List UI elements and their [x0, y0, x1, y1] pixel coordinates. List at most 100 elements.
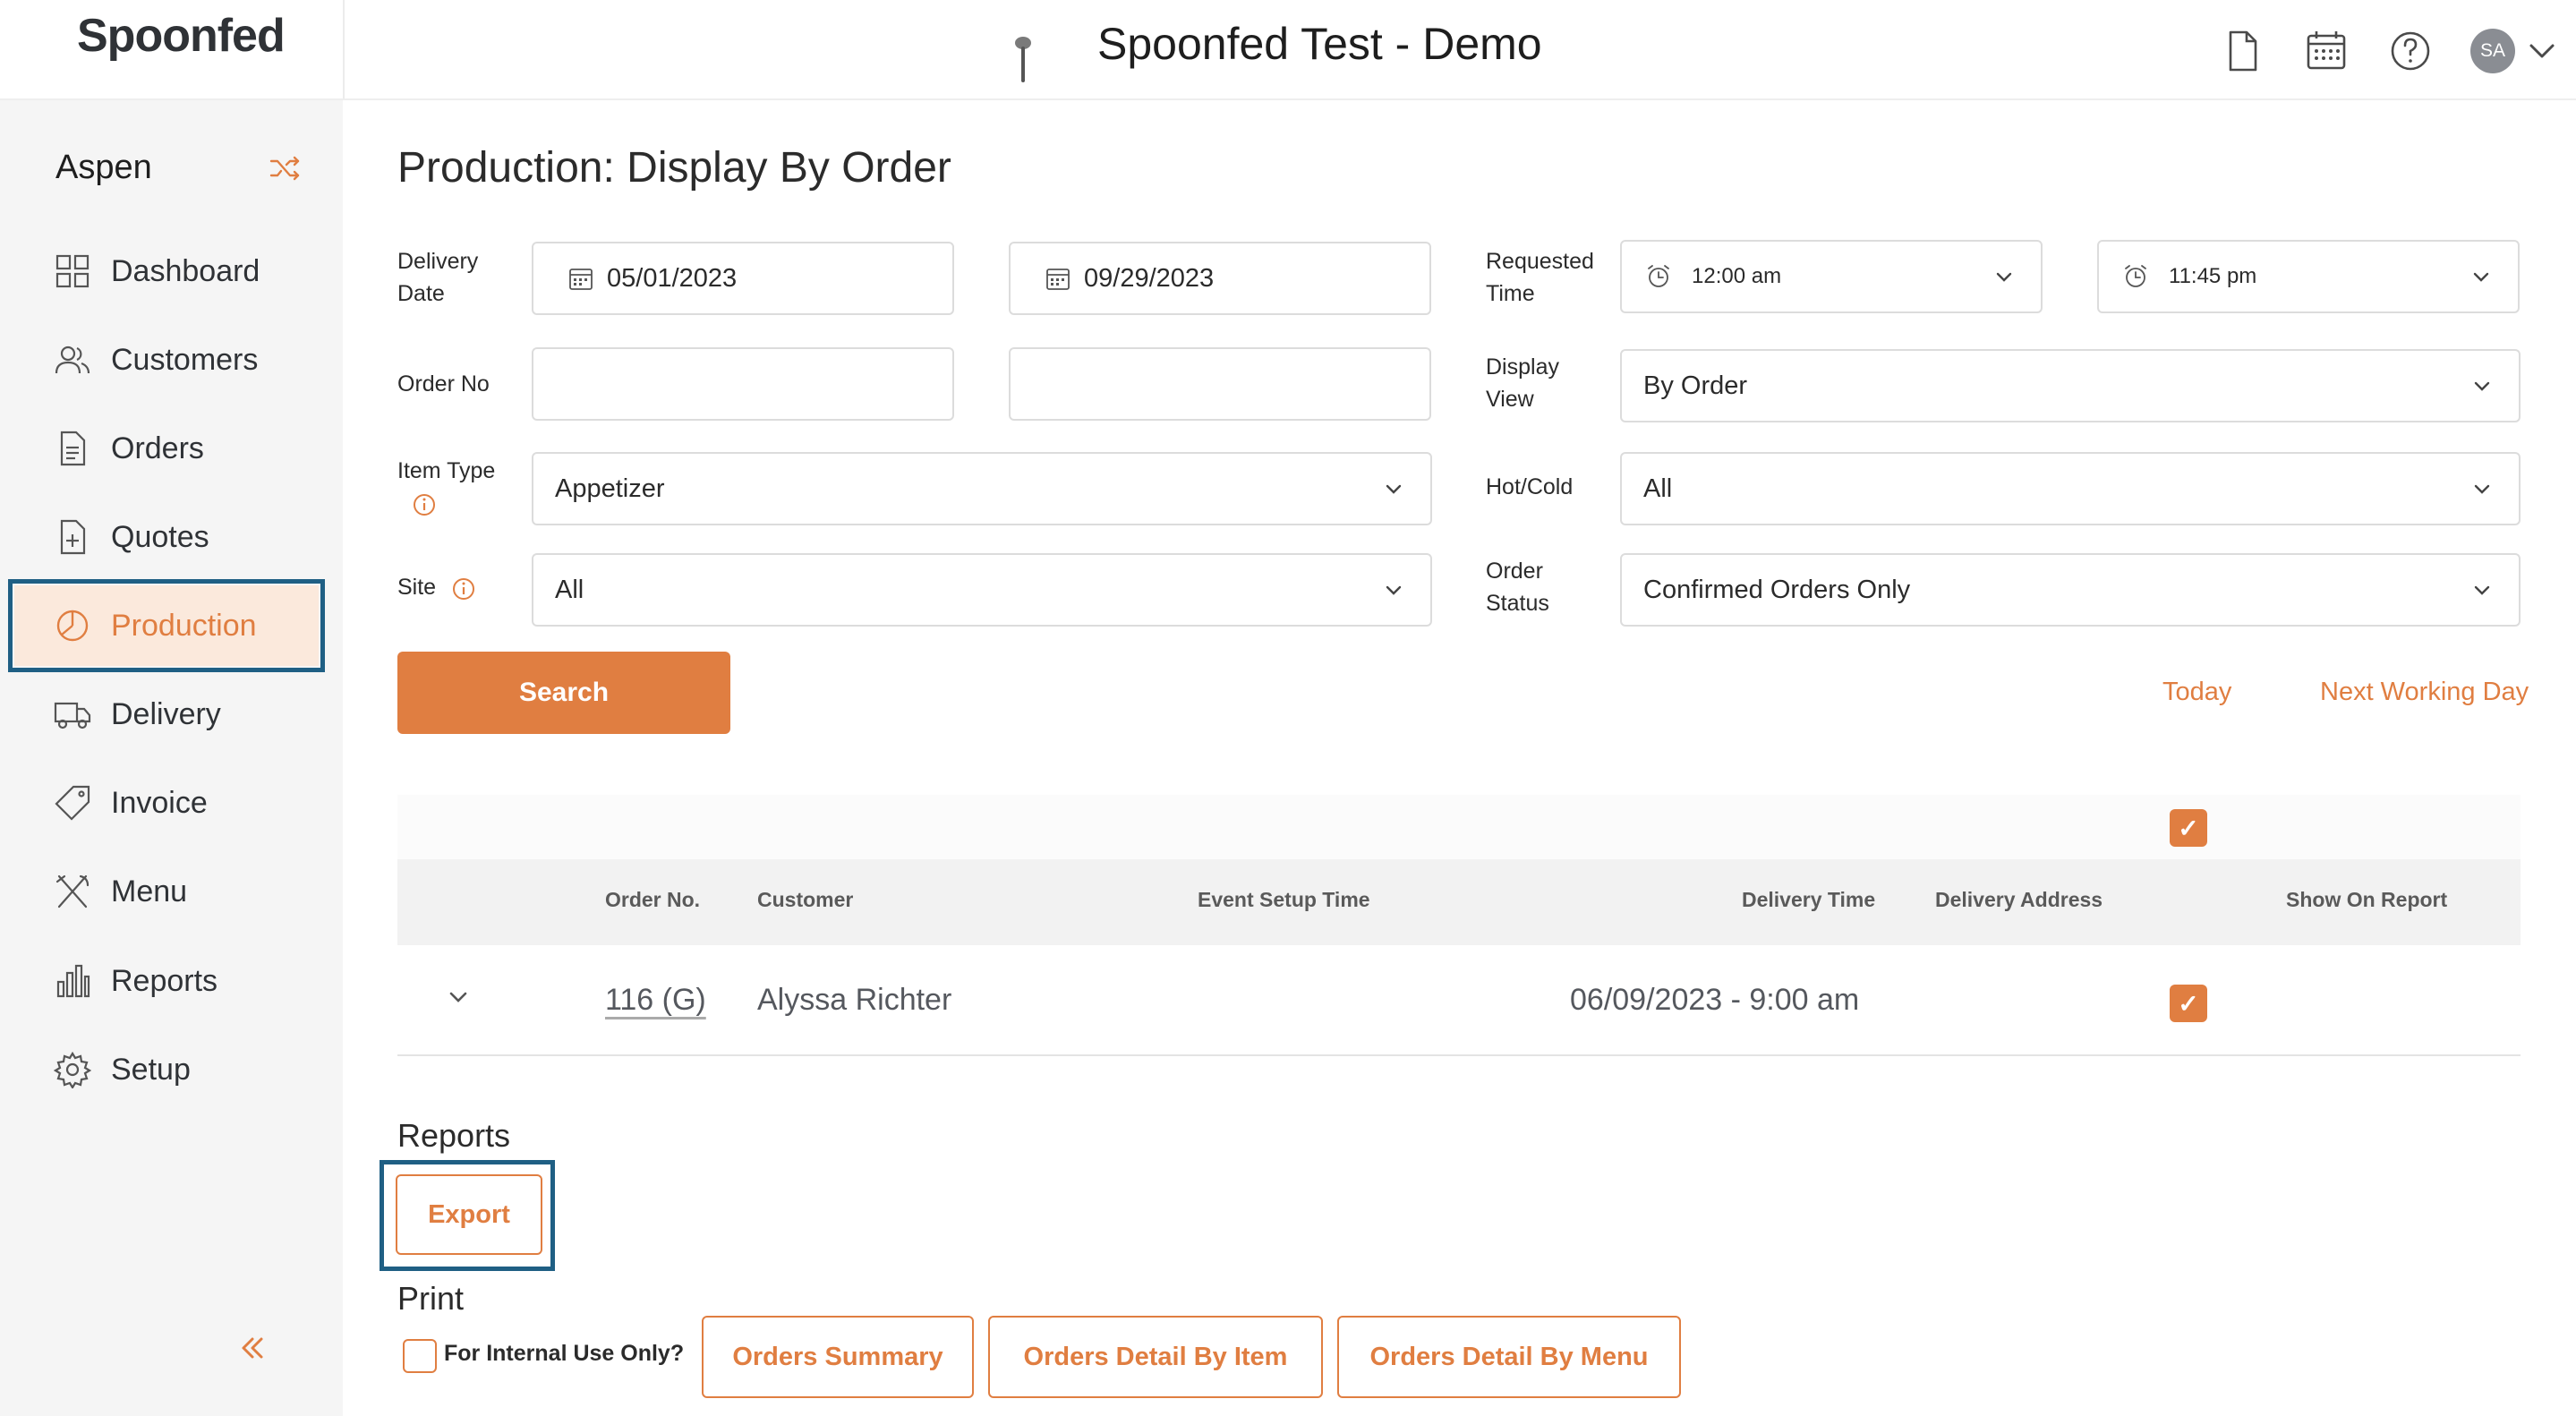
print-heading: Print — [397, 1280, 465, 1317]
bar-chart-icon — [56, 964, 90, 998]
utensils-icon — [55, 874, 90, 908]
item-type-select[interactable]: Appetizer — [532, 452, 1432, 525]
today-link[interactable]: Today — [2162, 678, 2231, 707]
sidebar: Aspen Dashboard Customers Orders Quotes … — [0, 100, 343, 1416]
site-label: Site — [397, 575, 437, 600]
sidebar-item-label: Production — [111, 608, 257, 643]
order-no-from-input[interactable] — [532, 347, 954, 421]
help-icon[interactable] — [2386, 27, 2435, 75]
display-view-label: Display View — [1486, 354, 1559, 412]
document-icon[interactable] — [2218, 27, 2266, 75]
gear-icon — [54, 1051, 91, 1088]
column-header-customer[interactable]: Customer — [757, 888, 853, 912]
table-row[interactable]: 116 (G) Alyssa Richter 06/09/2023 - 9:00… — [397, 945, 2521, 1056]
next-working-day-link[interactable]: Next Working Day — [2320, 678, 2529, 707]
pie-chart-icon — [56, 610, 89, 642]
site-select[interactable]: All — [532, 553, 1432, 627]
order-status-label: Order Status — [1486, 559, 1549, 616]
delivery-date-to-input[interactable]: 09/29/2023 — [1009, 242, 1431, 315]
orders-detail-by-item-button[interactable]: Orders Detail By Item — [988, 1316, 1323, 1398]
table-header: Order No. Customer Event Setup Time Deli… — [397, 859, 2521, 945]
sidebar-item-orders[interactable]: Orders — [14, 408, 319, 489]
shuffle-icon[interactable] — [269, 154, 303, 183]
expand-chevron-icon[interactable] — [446, 988, 471, 1008]
show-on-report-checkbox[interactable]: ✓ — [2170, 985, 2207, 1022]
chevron-down-icon — [2474, 484, 2490, 494]
internal-use-checkbox[interactable] — [403, 1339, 437, 1373]
order-no-to-input[interactable] — [1009, 347, 1431, 421]
grid-icon — [55, 254, 90, 288]
page-title: Production: Display By Order — [397, 144, 951, 192]
sidebar-item-label: Reports — [111, 963, 218, 998]
sidebar-item-quotes[interactable]: Quotes — [14, 497, 319, 577]
search-button[interactable]: Search — [397, 652, 730, 734]
sidebar-item-label: Orders — [111, 431, 204, 465]
order-no-label: Order No — [397, 371, 490, 397]
calendar-icon — [1046, 269, 1070, 290]
info-icon[interactable] — [451, 576, 476, 601]
select-all-checkbox[interactable]: ✓ — [2170, 809, 2207, 847]
item-type-label: Item Type — [397, 458, 496, 483]
users-icon — [55, 345, 90, 374]
chevron-down-icon — [2474, 585, 2490, 595]
sidebar-item-reports[interactable]: Reports — [14, 941, 319, 1021]
chevron-down-icon — [2473, 272, 2489, 282]
hot-cold-label: Hot/Cold — [1486, 474, 1574, 499]
order-no-link[interactable]: 116 (G) — [605, 983, 706, 1018]
sidebar-item-label: Dashboard — [111, 253, 260, 288]
sidebar-item-label: Menu — [111, 874, 188, 908]
collapse-sidebar-icon[interactable] — [235, 1330, 270, 1366]
delivery-date-from-input[interactable]: 05/01/2023 — [532, 242, 954, 315]
document-icon — [60, 431, 86, 466]
sidebar-item-label: Invoice — [111, 785, 208, 820]
sidebar-item-delivery[interactable]: Delivery — [14, 674, 319, 755]
delivery-time-cell: 06/09/2023 - 9:00 am — [1570, 983, 1860, 1017]
order-status-select[interactable]: Confirmed Orders Only — [1620, 553, 2521, 627]
delivery-date-to-value: 09/29/2023 — [1084, 263, 1215, 293]
app-title: Spoonfed Test - Demo — [1097, 19, 1542, 69]
info-icon[interactable] — [412, 492, 437, 517]
hot-cold-select[interactable]: All — [1620, 452, 2521, 525]
table-toolbar: ✓ — [397, 795, 2521, 859]
customer-cell: Alyssa Richter — [757, 983, 952, 1017]
column-header-delivery-address[interactable]: Delivery Address — [1935, 888, 2103, 912]
chevron-down-icon — [2474, 381, 2490, 391]
truck-icon — [54, 702, 91, 729]
chevron-down-icon[interactable] — [2524, 36, 2560, 66]
user-avatar[interactable]: SA — [2470, 29, 2515, 73]
sidebar-item-menu[interactable]: Menu — [14, 851, 319, 932]
requested-time-to-select[interactable]: 11:45 pm — [2097, 240, 2520, 313]
app-logo[interactable]: Spoonfed — [77, 9, 286, 63]
column-header-show-on-report[interactable]: Show On Report — [2286, 888, 2447, 912]
logo-area: Spoonfed — [0, 0, 345, 98]
orders-detail-by-menu-button[interactable]: Orders Detail By Menu — [1337, 1316, 1681, 1398]
top-header: Spoonfed Spoonfed Test - Demo SA — [0, 0, 2576, 100]
calendar-icon[interactable] — [2302, 27, 2350, 75]
display-view-value: By Order — [1643, 371, 1748, 400]
sidebar-item-dashboard[interactable]: Dashboard — [14, 231, 319, 311]
requested-time-from-select[interactable]: 12:00 am — [1620, 240, 2043, 313]
column-header-event-setup-time[interactable]: Event Setup Time — [1198, 888, 1370, 912]
export-button[interactable]: Export — [396, 1174, 542, 1255]
order-status-value: Confirmed Orders Only — [1643, 575, 1911, 604]
requested-time-to-value: 11:45 pm — [2169, 264, 2257, 288]
reports-heading: Reports — [397, 1117, 511, 1154]
delivery-date-label: Delivery Date — [397, 249, 479, 306]
orders-summary-button[interactable]: Orders Summary — [702, 1316, 974, 1398]
sidebar-item-customers[interactable]: Customers — [14, 320, 319, 400]
sidebar-item-invoice[interactable]: Invoice — [14, 763, 319, 843]
alarm-clock-icon — [2125, 265, 2146, 287]
requested-time-label: Requested Time — [1486, 249, 1594, 306]
sidebar-item-production[interactable]: Production — [8, 579, 325, 672]
column-header-order-no[interactable]: Order No. — [605, 888, 700, 912]
sidebar-item-setup[interactable]: Setup — [14, 1029, 319, 1110]
display-view-select[interactable]: By Order — [1620, 349, 2521, 422]
column-header-delivery-time[interactable]: Delivery Time — [1742, 888, 1875, 912]
quote-document-icon — [60, 519, 86, 555]
sidebar-item-label: Setup — [111, 1052, 191, 1087]
sidebar-item-label: Customers — [111, 342, 259, 377]
tag-icon — [55, 785, 90, 821]
internal-use-label: For Internal Use Only? — [444, 1341, 685, 1366]
hot-cold-value: All — [1643, 473, 1673, 503]
delivery-date-from-value: 05/01/2023 — [607, 263, 738, 293]
